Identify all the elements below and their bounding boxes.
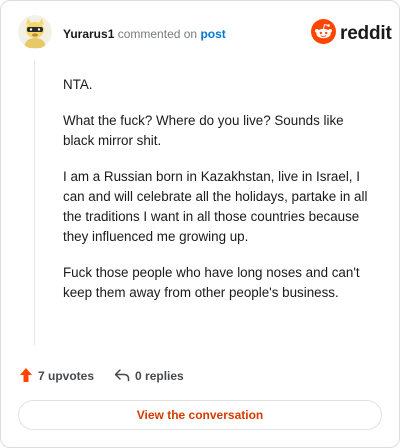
reply-count[interactable]: 0 replies — [114, 368, 184, 385]
replies-label: 0 replies — [135, 369, 184, 383]
avatar-image — [18, 15, 52, 49]
commented-on-text: commented on — [117, 27, 198, 41]
comment-header: Yurarus1 commented on post — [63, 26, 226, 42]
view-conversation-button[interactable]: View the conversation — [18, 400, 382, 430]
upvote-label: 7 upvotes — [38, 369, 95, 383]
post-link[interactable]: post — [200, 27, 225, 41]
comment-paragraph: NTA. — [63, 77, 93, 92]
embedded-comment-card: Yurarus1 commented on post reddit NTA. W… — [0, 0, 400, 448]
reddit-brand[interactable]: reddit — [311, 19, 392, 49]
reddit-snoo-icon — [311, 19, 336, 49]
comment-body: NTA. What the fuck? Where do you live? S… — [63, 75, 373, 319]
upvote-arrow-icon — [19, 367, 33, 386]
comment-actions: 7 upvotes 0 replies — [19, 367, 184, 385]
comment-paragraph: What the fuck? Where do you live? Sounds… — [63, 113, 344, 148]
upvote-count[interactable]: 7 upvotes — [19, 367, 94, 386]
thread-line — [34, 61, 35, 345]
comment-paragraph: I am a Russian born in Kazakhstan, live … — [63, 169, 368, 244]
comment-paragraph: Fuck those people who have long noses an… — [63, 265, 360, 300]
avatar[interactable] — [18, 15, 52, 49]
username-link[interactable]: Yurarus1 — [63, 27, 114, 41]
reddit-wordmark: reddit — [340, 23, 392, 44]
reply-arrow-icon — [114, 368, 130, 385]
